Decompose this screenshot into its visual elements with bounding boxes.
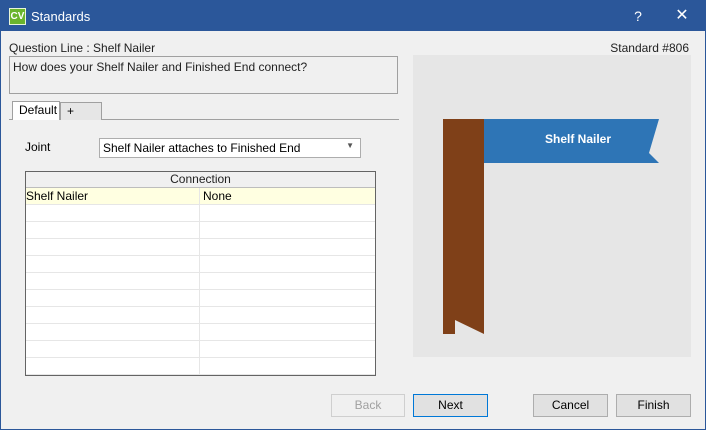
grid-cell-part[interactable] [26, 324, 200, 341]
table-row[interactable] [26, 239, 375, 256]
table-row[interactable]: Shelf Nailer None [26, 188, 375, 205]
grid-cell-connection[interactable] [201, 239, 375, 256]
joint-label: Joint [25, 140, 51, 154]
shelf-nailer-label: Shelf Nailer [545, 132, 611, 146]
finish-button[interactable]: Finish [616, 394, 691, 417]
table-row[interactable] [26, 256, 375, 273]
table-row[interactable] [26, 341, 375, 358]
chevron-down-icon: ▼ [346, 141, 354, 150]
grid-cell-connection[interactable] [201, 290, 375, 307]
tab-strip: Default + [9, 101, 399, 121]
grid-cell-connection[interactable] [201, 273, 375, 290]
grid-cell-part[interactable]: Shelf Nailer [26, 188, 200, 205]
standards-dialog: CV Standards ? ✕ Question Line : Shelf N… [0, 0, 706, 430]
table-row[interactable] [26, 205, 375, 222]
grid-cell-connection[interactable]: None [201, 188, 375, 205]
tab-add[interactable]: + [60, 102, 102, 120]
grid-cell-connection[interactable] [201, 222, 375, 239]
joint-dropdown-value: Shelf Nailer attaches to Finished End [103, 141, 301, 155]
grid-cell-connection[interactable] [201, 324, 375, 341]
help-button[interactable]: ? [615, 1, 661, 31]
grid-cell-part[interactable] [26, 222, 200, 239]
table-row[interactable] [26, 358, 375, 375]
tab-default[interactable]: Default [12, 101, 60, 120]
connection-grid[interactable]: Connection Shelf Nailer None [25, 171, 376, 376]
grid-cell-part[interactable] [26, 307, 200, 324]
grid-cell-connection[interactable] [201, 205, 375, 222]
grid-cell-part[interactable] [26, 239, 200, 256]
question-text-box[interactable]: How does your Shelf Nailer and Finished … [9, 56, 398, 94]
grid-cell-connection[interactable] [201, 256, 375, 273]
question-line-label: Question Line : Shelf Nailer [9, 41, 156, 55]
title-bar: CV Standards ? ✕ [1, 1, 705, 31]
empty-rows [26, 205, 375, 375]
standard-number-label: Standard #806 [610, 41, 689, 55]
grid-cell-connection[interactable] [201, 358, 375, 375]
grid-cell-part[interactable] [26, 341, 200, 358]
grid-cell-part[interactable] [26, 256, 200, 273]
next-button[interactable]: Next [413, 394, 488, 417]
grid-cell-part[interactable] [26, 273, 200, 290]
table-row[interactable] [26, 290, 375, 307]
finished-end-shape [443, 119, 484, 334]
preview-panel: Shelf Nailer [413, 55, 691, 357]
app-logo-icon: CV [9, 8, 26, 25]
table-row[interactable] [26, 222, 375, 239]
table-row[interactable] [26, 307, 375, 324]
grid-cell-part[interactable] [26, 358, 200, 375]
back-button[interactable]: Back [331, 394, 405, 417]
grid-cell-connection[interactable] [201, 341, 375, 358]
grid-cell-part[interactable] [26, 205, 200, 222]
grid-cell-part[interactable] [26, 290, 200, 307]
window-title: Standards [31, 9, 91, 24]
table-row[interactable] [26, 273, 375, 290]
grid-header-connection: Connection [26, 172, 375, 188]
close-button[interactable]: ✕ [659, 1, 705, 31]
cancel-button[interactable]: Cancel [533, 394, 608, 417]
table-row[interactable] [26, 324, 375, 341]
preview-diagram: Shelf Nailer [443, 119, 659, 334]
joint-dropdown[interactable]: Shelf Nailer attaches to Finished End ▼ [99, 138, 361, 158]
grid-cell-connection[interactable] [201, 307, 375, 324]
